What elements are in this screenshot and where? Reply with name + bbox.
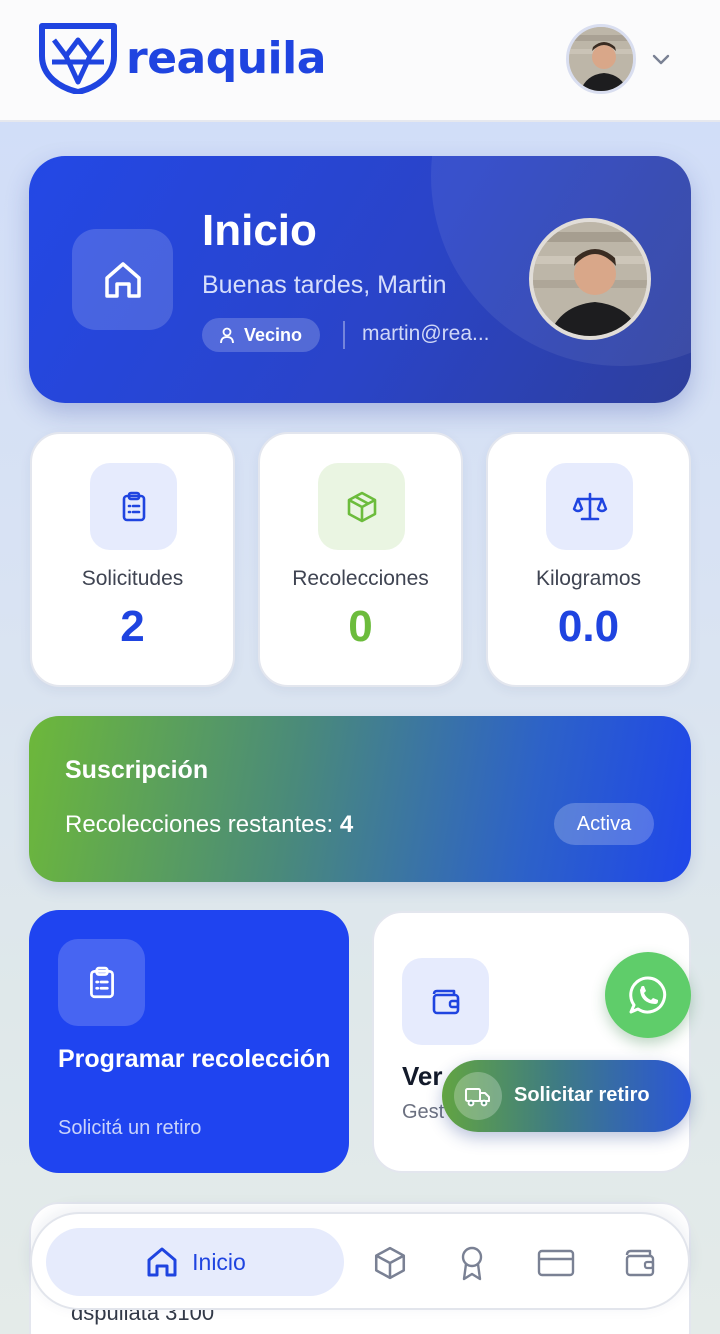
request-pickup-button[interactable]: Solicitar retiro xyxy=(442,1060,691,1132)
home-icon xyxy=(72,229,173,330)
stat-card-kilogramos[interactable]: Kilogramos 0.0 xyxy=(486,432,691,687)
status-badge: Activa xyxy=(554,803,654,845)
remaining-text: Recolecciones restantes: 4 xyxy=(65,811,353,839)
wallet-icon xyxy=(402,958,489,1045)
clipboard-icon xyxy=(90,463,177,550)
truck-icon xyxy=(454,1072,502,1120)
bottom-nav: Inicio xyxy=(30,1212,690,1310)
whatsapp-button[interactable] xyxy=(605,952,691,1038)
nav-item-wallet[interactable] xyxy=(620,1243,660,1283)
chevron-down-icon[interactable] xyxy=(650,48,672,75)
award-icon xyxy=(461,1246,483,1281)
stat-card-solicitudes[interactable]: Solicitudes 2 xyxy=(30,432,235,687)
schedule-pickup-card[interactable]: Programar recolección Solicitá un retiro xyxy=(29,910,349,1173)
avatar-photo xyxy=(569,27,633,91)
nav-item-package[interactable] xyxy=(370,1243,410,1283)
nav-item-rewards[interactable] xyxy=(452,1243,492,1283)
schedule-title: Programar recolección xyxy=(58,1045,331,1073)
clipboard-icon xyxy=(58,939,145,1026)
nav-item-inicio[interactable]: Inicio xyxy=(46,1228,344,1296)
scale-icon xyxy=(546,463,633,550)
brand-name: reaquila xyxy=(126,32,326,84)
remaining-label: Recolecciones restantes: xyxy=(65,811,334,838)
page-title: Inicio xyxy=(202,206,317,255)
nav-label-inicio: Inicio xyxy=(192,1248,246,1275)
credit-card-icon xyxy=(537,1249,575,1277)
shield-logo-icon xyxy=(39,23,117,94)
stat-label: Kilogramos xyxy=(535,567,642,590)
user-avatar[interactable] xyxy=(566,24,636,94)
greeting-text: Buenas tardes, Martin xyxy=(202,271,447,299)
wallet-card[interactable]: Ver Gest xyxy=(372,911,691,1173)
wallet-subtitle: Gest xyxy=(402,1101,445,1123)
welcome-card: Inicio Buenas tardes, Martin Vecino mart… xyxy=(29,156,691,403)
user-icon xyxy=(220,327,234,344)
stat-value: 0.0 xyxy=(557,602,620,651)
role-badge: Vecino xyxy=(202,318,321,352)
request-pickup-label: Solicitar retiro xyxy=(514,1084,650,1106)
remaining-value: 4 xyxy=(339,811,354,838)
package-icon xyxy=(374,1246,406,1280)
brand-logo[interactable]: reaquila xyxy=(38,22,326,94)
home-icon xyxy=(147,1247,177,1277)
user-email: martin@rea... xyxy=(362,322,490,345)
role-label: Vecino xyxy=(244,324,303,345)
schedule-subtitle: Solicitá un retiro xyxy=(58,1117,202,1139)
subscription-title: Suscripción xyxy=(65,756,209,784)
package-icon xyxy=(318,463,405,550)
whatsapp-icon xyxy=(629,976,667,1014)
wallet-icon xyxy=(625,1249,655,1277)
stat-label: Recolecciones xyxy=(292,567,429,590)
top-bar: reaquila xyxy=(0,0,720,122)
nav-item-payments[interactable] xyxy=(536,1243,576,1283)
wallet-title: Ver xyxy=(402,1061,443,1091)
divider xyxy=(343,321,345,349)
stat-value: 0 xyxy=(348,602,373,651)
profile-avatar[interactable] xyxy=(529,218,651,340)
stat-card-recolecciones[interactable]: Recolecciones 0 xyxy=(258,432,463,687)
subscription-card[interactable]: Suscripción Recolecciones restantes: 4 A… xyxy=(29,716,691,882)
stat-value: 2 xyxy=(120,602,145,651)
stat-label: Solicitudes xyxy=(81,567,184,590)
